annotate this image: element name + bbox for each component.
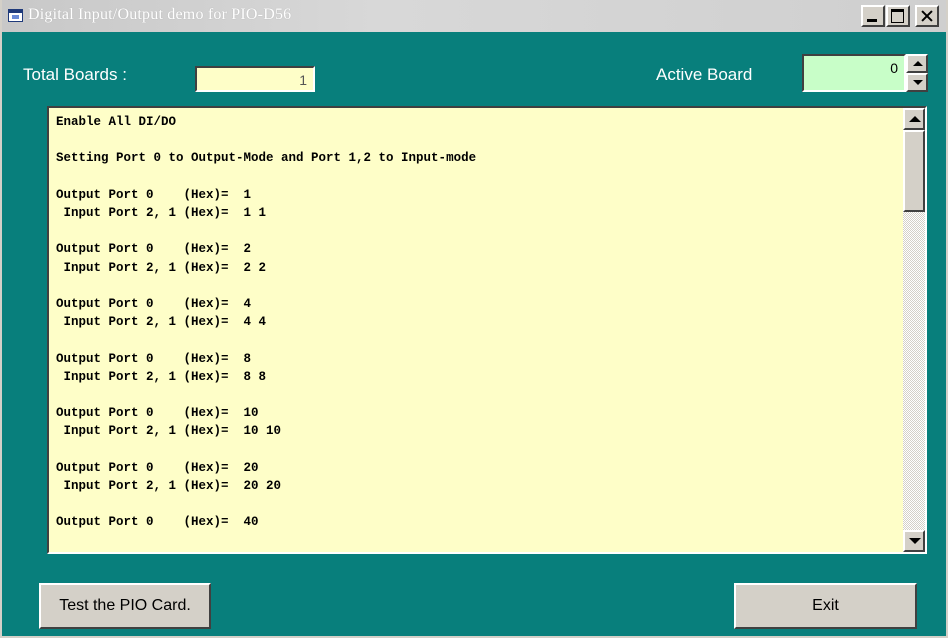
app-window-icon[interactable] [8,9,23,22]
spin-down-arrow-icon[interactable] [906,73,928,92]
log-line: Output Port 0 (Hex)= 4 [56,297,252,312]
window-title: Digital Input/Output demo for PIO-D56 [28,6,292,23]
log-line: Input Port 2, 1 (Hex)= 4 4 [56,315,267,330]
log-line: Output Port 0 (Hex)= 10 [56,406,259,421]
log-line: Input Port 2, 1 (Hex)= 8 8 [56,369,267,384]
vertical-scrollbar[interactable] [903,108,925,552]
app-window: Digital Input/Output demo for PIO-D56 To… [0,0,948,638]
scroll-up-arrow-icon[interactable] [903,108,925,130]
log-line: Input Port 2, 1 (Hex)= 10 10 [56,424,282,439]
exit-button[interactable]: Exit [734,583,917,629]
active-board-label: Active Board [656,65,753,84]
active-board-field[interactable]: 0 [802,54,906,92]
log-line: Input Port 2, 1 (Hex)= 20 20 [56,479,282,494]
minimize-icon[interactable] [861,5,885,27]
spin-up-arrow-icon[interactable] [906,54,928,73]
output-log-text: Enable All DI/DO Setting Port 0 to Outpu… [56,113,476,532]
log-line: Output Port 0 (Hex)= 8 [56,351,252,366]
output-log-textbox[interactable]: Enable All DI/DO Setting Port 0 to Outpu… [47,106,927,554]
log-line: Output Port 0 (Hex)= 40 [56,515,259,530]
maximize-icon[interactable] [886,5,910,27]
log-line: Setting Port 0 to Output-Mode and Port 1… [56,151,477,166]
active-board-spinner[interactable] [906,54,928,92]
scrollbar-thumb[interactable] [903,130,925,212]
close-icon[interactable] [915,5,939,27]
log-line: Output Port 0 (Hex)= 20 [56,460,259,475]
log-line: Input Port 2, 1 (Hex)= 1 1 [56,206,267,221]
log-line: Input Port 2, 1 (Hex)= 2 2 [56,260,267,275]
title-bar[interactable]: Digital Input/Output demo for PIO-D56 [2,0,946,32]
log-line: Output Port 0 (Hex)= 2 [56,242,252,257]
log-line: Enable All DI/DO [56,115,177,129]
total-boards-label: Total Boards : [23,65,127,84]
test-pio-card-button[interactable]: Test the PIO Card. [39,583,211,629]
scroll-down-arrow-icon[interactable] [903,530,925,552]
log-line: Output Port 0 (Hex)= 1 [56,187,252,202]
total-boards-field[interactable]: 1 [195,66,315,92]
